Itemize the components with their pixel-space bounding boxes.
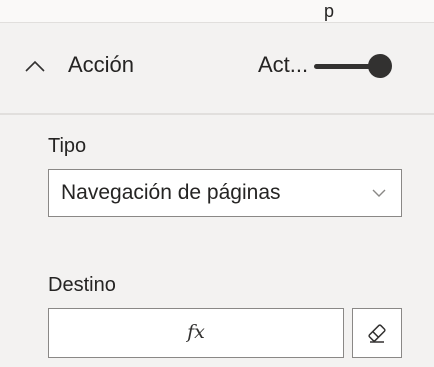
clear-destination-button[interactable] — [352, 308, 402, 358]
format-panel: Acción Act... Tipo Navegación de páginas… — [0, 23, 434, 367]
destination-label: Destino — [48, 274, 116, 296]
top-partial-text: p — [324, 1, 335, 21]
destination-fx-input[interactable]: fx — [48, 308, 344, 358]
toggle-thumb — [368, 54, 392, 78]
chevron-up-icon[interactable] — [24, 55, 46, 77]
eraser-icon — [368, 324, 386, 343]
type-dropdown[interactable]: Navegación de páginas — [48, 169, 402, 217]
top-strip: p — [0, 0, 434, 23]
type-dropdown-value: Navegación de páginas — [61, 181, 281, 204]
type-label: Tipo — [48, 135, 87, 157]
action-toggle[interactable] — [310, 51, 396, 81]
toggle-label: Act... — [258, 52, 309, 77]
fx-icon: fx — [187, 321, 205, 343]
action-section-header[interactable]: Acción Act... — [0, 23, 434, 115]
chevron-down-icon — [372, 189, 386, 197]
section-title: Acción — [68, 52, 135, 77]
